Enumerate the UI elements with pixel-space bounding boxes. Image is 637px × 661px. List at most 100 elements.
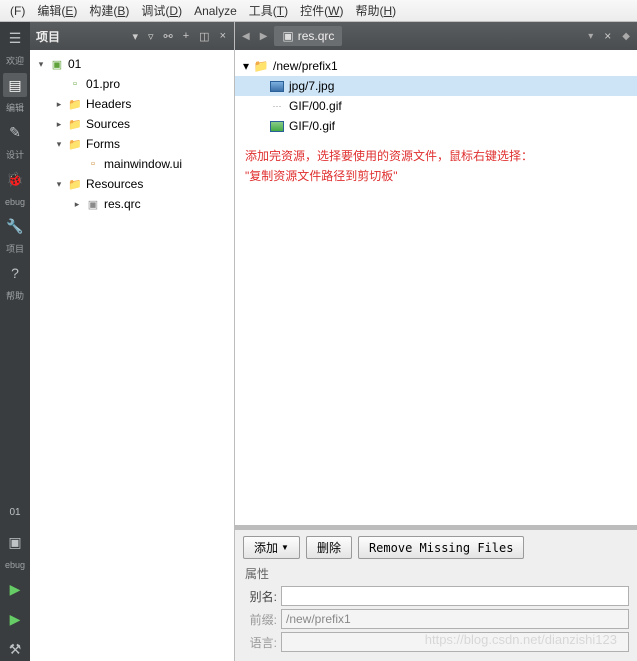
folder-icon: 📁 [253,59,269,73]
prefix-label: 前缀: [243,611,277,628]
tree-item-label: 01 [68,57,81,71]
chevron-icon[interactable]: ▾ [54,179,64,190]
tree-item-label: res.qrc [104,197,141,211]
filter-icon[interactable]: ▿ [146,30,156,43]
tree-item[interactable]: ▾📁Resources [30,174,234,194]
editor-area: ◀ ▶ ▣ res.qrc ▾ × ◆ ▾ 📁 /new/prefix1 jpg/7.… [235,22,637,661]
menu-help[interactable]: 帮助(H) [349,2,402,19]
properties-panel: 添加▼ 删除 Remove Missing Files 属性 别名: 前缀: 语… [235,529,637,661]
resource-item-label: jpg/7.jpg [289,79,334,93]
tree-item-label: Resources [86,177,143,191]
file-icon: ··· [269,99,285,113]
mode-design-icon[interactable]: ✎ [3,120,27,144]
green-icon: ▫ [67,76,83,92]
folder-icon: 📁 [67,176,83,192]
editor-tab[interactable]: ▣ res.qrc [274,26,342,46]
dropdown-icon: ▼ [281,543,289,552]
project-tree[interactable]: ▾▣01▫01.pro▸📁Headers▸📁Sources▾📁Forms▫mai… [30,50,234,661]
menu-widgets[interactable]: 控件(W) [294,2,349,19]
menu-edit[interactable]: 编辑(E) [31,2,83,19]
split-icon[interactable]: ◫ [197,30,211,43]
mode-projects-icon[interactable]: 🔧 [3,214,27,238]
menubar: (F) 编辑(E) 构建(B) 调试(D) Analyze 工具(T) 控件(W… [0,0,637,22]
tree-item[interactable]: ▾▣01 [30,54,234,74]
menu-debug[interactable]: 调试(D) [135,2,188,19]
editor-tabbar: ◀ ▶ ▣ res.qrc ▾ × ◆ [235,22,637,50]
build-icon[interactable]: ⚒ [3,637,27,661]
tree-item-label: Headers [86,97,131,111]
tree-item-label: Sources [86,117,130,131]
mode-debug-icon[interactable]: 🐞 [3,167,27,191]
add-icon[interactable]: + [181,30,191,42]
run-icon[interactable]: ▶ [3,577,27,601]
tree-item[interactable]: ▾📁Forms [30,134,234,154]
aux-icon[interactable]: ◆ [619,31,633,42]
annotation-text: 添加完资源，选择要使用的资源文件，鼠标右键选择： "复制资源文件路径到剪切板" [235,142,637,190]
alias-label: 别名: [243,588,277,605]
project-panel-header: 项目 ▾ ▿ ⚯ + ◫ × [30,22,234,50]
run-config-icon[interactable]: ▣ [3,530,27,554]
mode-projects-label: 项目 [0,244,30,255]
remove-missing-button[interactable]: Remove Missing Files [358,536,525,559]
chevron-icon[interactable]: ▾ [243,59,249,73]
resource-item[interactable]: jpg/7.jpg [235,76,637,96]
chevron-icon[interactable]: ▸ [54,119,64,130]
tree-item[interactable]: ▸▣res.qrc [30,194,234,214]
properties-label: 属性 [245,565,629,582]
image-icon [269,119,285,133]
split-editor-icon[interactable]: ▾ [585,31,596,42]
uif-icon: ▫ [85,156,101,172]
menu-tools[interactable]: 工具(T) [243,2,294,19]
chevron-icon[interactable]: ▸ [54,99,64,110]
resource-item-label: /new/prefix1 [273,59,338,73]
kit-selector[interactable]: 01 [3,500,27,524]
mode-edit-icon[interactable]: ▤ [3,73,27,97]
tree-item[interactable]: ▸📁Headers [30,94,234,114]
green-icon: ▣ [49,56,65,72]
chevron-icon[interactable]: ▾ [36,59,46,70]
alias-input[interactable] [281,586,629,606]
tree-item-label: 01.pro [86,77,120,91]
link-icon[interactable]: ⚯ [162,30,175,43]
mode-bar: ☰ 欢迎 ▤ 编辑 ✎ 设计 🐞 ebug 🔧 项目 ? 帮助 01 ▣ ebu… [0,22,30,661]
project-dropdown-icon[interactable]: ▾ [130,30,140,43]
chevron-icon[interactable]: ▸ [72,199,82,210]
resource-tree[interactable]: ▾ 📁 /new/prefix1 jpg/7.jpg ···GIF/00.gif GIF/… [235,50,637,142]
tab-file-icon: ▣ [282,29,293,43]
add-button[interactable]: 添加▼ [243,536,300,559]
resource-item[interactable]: ···GIF/00.gif [235,96,637,116]
image-icon [269,79,285,93]
folder-icon: 📁 [67,96,83,112]
mode-help-icon[interactable]: ? [3,261,27,285]
close-panel-icon[interactable]: × [218,30,228,42]
mode-help-label: 帮助 [0,291,30,302]
resource-item[interactable]: ▾ 📁 /new/prefix1 [235,56,637,76]
tree-item[interactable]: ▸📁Sources [30,114,234,134]
tree-item[interactable]: ▫01.pro [30,74,234,94]
resource-item[interactable]: GIF/0.gif [235,116,637,136]
resource-item-label: GIF/0.gif [289,119,335,133]
tab-file-label: res.qrc [298,29,335,43]
nav-back-icon[interactable]: ◀ [239,31,253,42]
tree-item-label: mainwindow.ui [104,157,182,171]
mode-debug-label: ebug [0,197,30,208]
debug-run-icon[interactable]: ▶ [3,607,27,631]
project-panel-title: 项目 [36,28,124,45]
close-tab-icon[interactable]: × [600,29,615,43]
lang-input [281,632,629,652]
qrc-icon: ▣ [85,196,101,212]
chevron-icon[interactable]: ▾ [54,139,64,150]
mode-welcome-label: 欢迎 [0,56,30,67]
menu-file[interactable]: (F) [4,4,31,18]
folder-icon: 📁 [67,116,83,132]
mode-edit-label: 编辑 [0,103,30,114]
menu-build[interactable]: 构建(B) [83,2,135,19]
nav-fwd-icon[interactable]: ▶ [257,31,271,42]
tree-item-label: Forms [86,137,120,151]
folder-icon: 📁 [67,136,83,152]
tree-item[interactable]: ▫mainwindow.ui [30,154,234,174]
menu-analyze[interactable]: Analyze [188,4,243,18]
mode-welcome-icon[interactable]: ☰ [3,26,27,50]
delete-button[interactable]: 删除 [306,536,352,559]
project-panel: 项目 ▾ ▿ ⚯ + ◫ × ▾▣01▫01.pro▸📁Headers▸📁Sou… [30,22,235,661]
